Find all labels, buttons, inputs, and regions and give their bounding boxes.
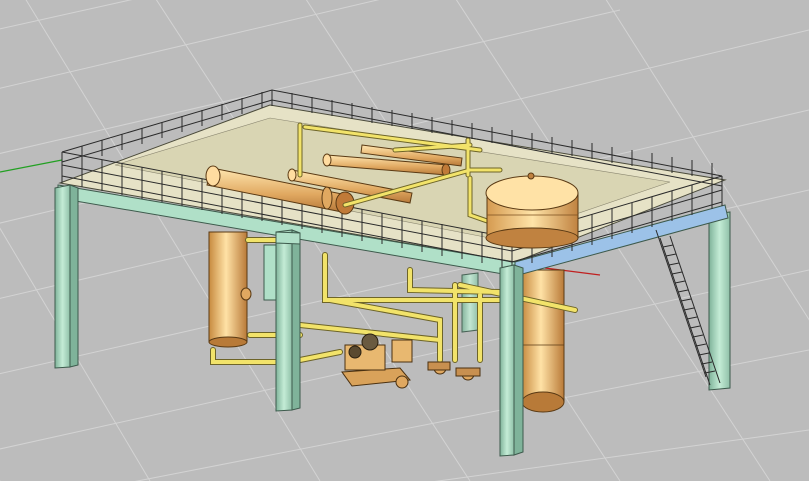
deck-storage-tank[interactable] <box>485 172 579 249</box>
model-canvas[interactable] <box>0 0 809 481</box>
left-vertical-vessel[interactable] <box>208 231 279 348</box>
right-vertical-vessel[interactable] <box>521 269 565 413</box>
cad-viewport[interactable] <box>0 0 809 481</box>
pump-skid[interactable] <box>341 333 481 389</box>
